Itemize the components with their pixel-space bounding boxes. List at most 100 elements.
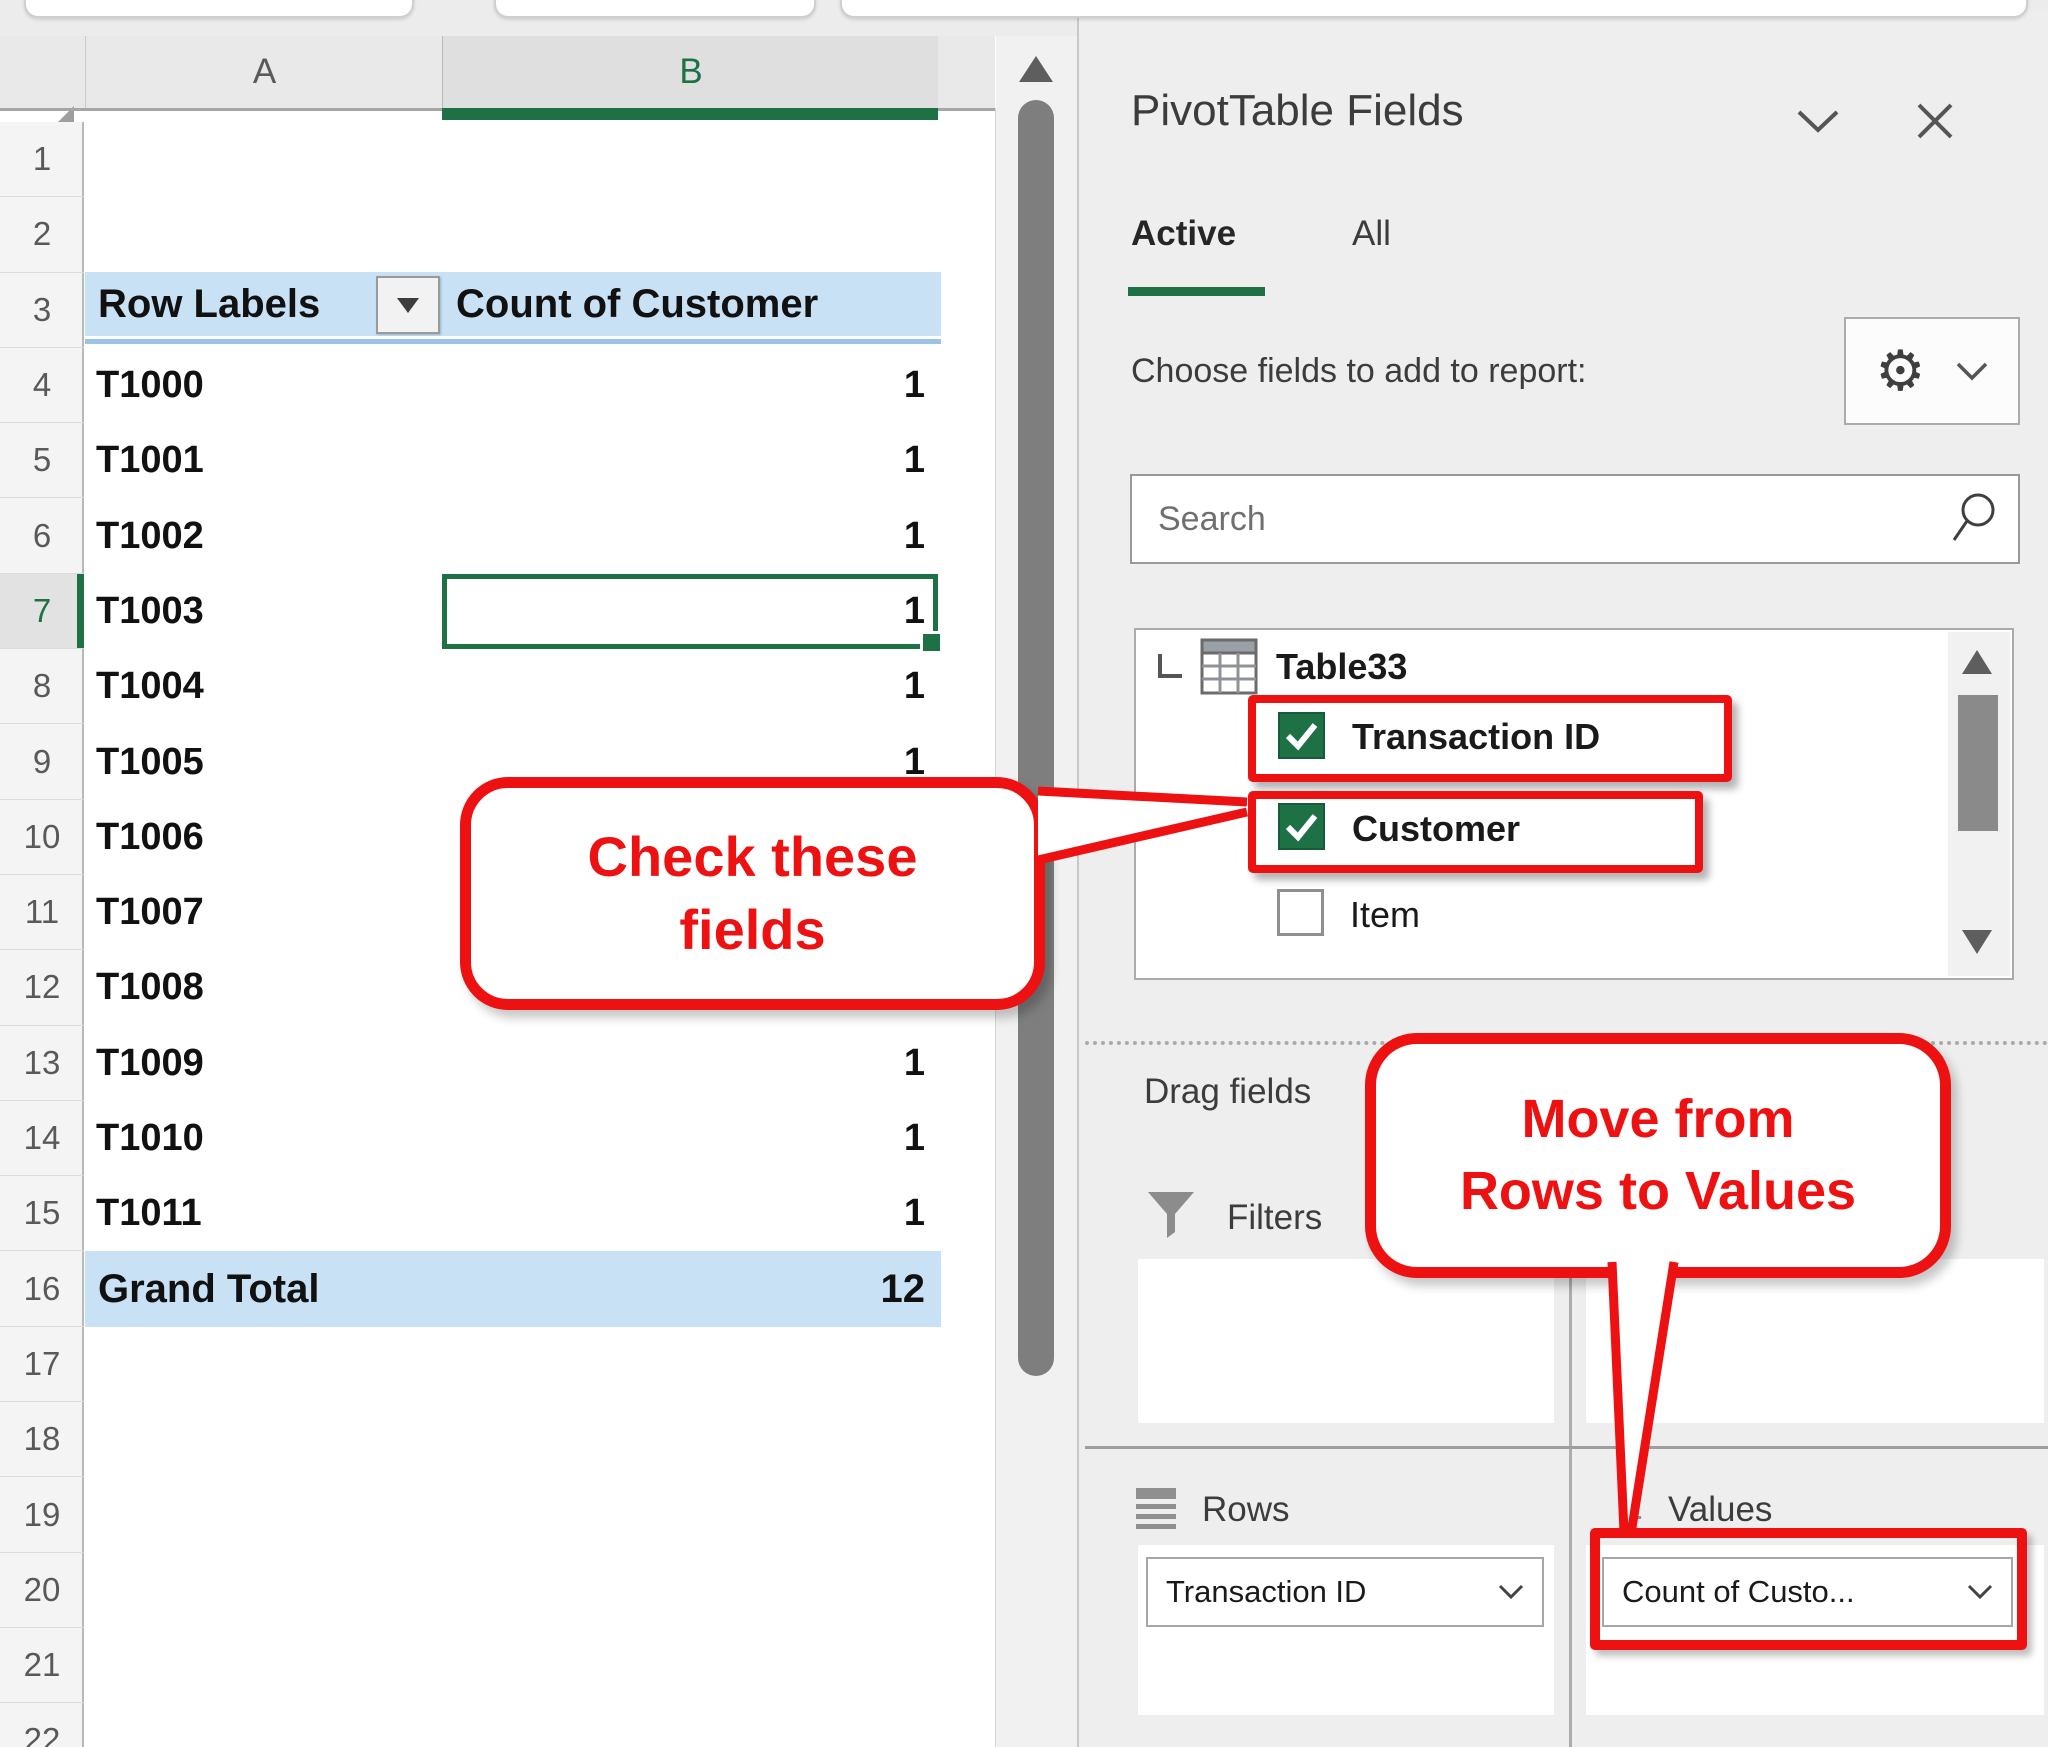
pivot-row-label[interactable]: T1004 xyxy=(96,649,436,724)
rows-field-pill[interactable]: Transaction ID xyxy=(1146,1557,1544,1627)
pivot-row-value[interactable]: 1 xyxy=(442,499,925,574)
pivot-row-label[interactable]: T1006 xyxy=(96,800,436,875)
callout-text-line: fields xyxy=(679,894,825,967)
check-icon xyxy=(1280,805,1323,848)
checkbox-item[interactable] xyxy=(1277,889,1324,936)
row-header-2[interactable]: 2 xyxy=(0,197,84,272)
row-header-13[interactable]: 13 xyxy=(0,1026,84,1101)
panel-title: PivotTable Fields xyxy=(1131,86,1464,136)
pivot-row-label[interactable]: T1000 xyxy=(96,348,436,423)
row-header-11[interactable]: 11 xyxy=(0,875,84,950)
pivot-row-label[interactable]: T1001 xyxy=(96,423,436,498)
tools-options-button[interactable]: ⚙ xyxy=(1844,317,2020,425)
field-customer[interactable]: Customer xyxy=(1352,808,1520,850)
gear-icon: ⚙ xyxy=(1875,343,1925,399)
pivot-row-value[interactable]: 1 xyxy=(442,1101,925,1176)
rows-area-label: Rows xyxy=(1202,1490,1290,1530)
rows-field-label: Transaction ID xyxy=(1166,1574,1498,1610)
column-header-b[interactable]: B xyxy=(442,36,939,108)
checkbox-transaction-id[interactable] xyxy=(1278,712,1325,759)
pivot-row-label[interactable]: T1008 xyxy=(96,950,436,1025)
collapse-table-icon[interactable] xyxy=(1155,652,1185,682)
filters-area-label: Filters xyxy=(1227,1198,1322,1238)
active-tab-underline xyxy=(1128,287,1265,296)
pivot-row-value[interactable]: 1 xyxy=(442,423,925,498)
selected-column-accent xyxy=(442,108,938,120)
callout-text-line: Check these xyxy=(588,821,918,894)
callout-text-line: Rows to Values xyxy=(1460,1156,1856,1227)
rows-lines-icon xyxy=(1136,1488,1176,1528)
pivot-row-value[interactable]: 1 xyxy=(442,1026,925,1101)
row-header-21[interactable]: 21 xyxy=(0,1628,84,1703)
grand-total-label: Grand Total xyxy=(98,1267,319,1312)
scroll-down-icon[interactable] xyxy=(1962,930,1992,954)
row-labels-filter-button[interactable] xyxy=(376,276,440,334)
column-header-a[interactable]: A xyxy=(85,36,443,108)
filters-drop-area[interactable] xyxy=(1138,1259,1554,1423)
tab-active[interactable]: Active xyxy=(1131,214,1236,254)
row-labels-header: Row Labels xyxy=(98,272,320,336)
drag-fields-label: Drag fields xyxy=(1144,1072,1311,1112)
checkbox-customer[interactable] xyxy=(1278,803,1325,850)
funnel-icon xyxy=(1146,1190,1198,1240)
row-header-3[interactable]: 3 xyxy=(0,273,84,348)
selected-cell-b7[interactable] xyxy=(442,574,938,649)
select-all-corner[interactable] xyxy=(0,36,85,108)
count-of-customer-header: Count of Customer xyxy=(456,272,818,336)
row-header-9[interactable]: 9 xyxy=(0,724,84,799)
table-grid-icon xyxy=(1200,638,1260,696)
pivot-row-label[interactable]: T1011 xyxy=(96,1176,436,1251)
row-header-20[interactable]: 20 xyxy=(0,1553,84,1628)
grand-total-row: Grand Total 12 xyxy=(85,1251,941,1327)
scroll-up-icon[interactable] xyxy=(1019,56,1053,82)
row-header-4[interactable]: 4 xyxy=(0,348,84,423)
pivot-header-row: Row Labels Count of Customer xyxy=(85,272,941,336)
pivot-row-label[interactable]: T1002 xyxy=(96,499,436,574)
scroll-up-icon[interactable] xyxy=(1962,650,1992,674)
row-header-22[interactable]: 22 xyxy=(0,1703,84,1747)
row-header-10[interactable]: 10 xyxy=(0,800,84,875)
row-header-1[interactable]: 1 xyxy=(0,122,84,197)
row-header-18[interactable]: 18 xyxy=(0,1402,84,1477)
pivot-row-label[interactable]: T1003 xyxy=(96,574,436,649)
row-header-15[interactable]: 15 xyxy=(0,1176,84,1251)
pivot-row-value[interactable]: 1 xyxy=(442,1176,925,1251)
row-header-column[interactable]: 12345678910111213141516171819202122 xyxy=(0,122,84,1747)
chevron-down-icon xyxy=(1498,1583,1524,1601)
field-transaction-id[interactable]: Transaction ID xyxy=(1352,716,1600,758)
pivot-row-label[interactable]: T1010 xyxy=(96,1101,436,1176)
pivot-row-value[interactable]: 1 xyxy=(442,348,925,423)
tab-all[interactable]: All xyxy=(1352,214,1391,254)
chevron-down-icon[interactable] xyxy=(1795,106,1841,136)
columns-drop-area[interactable] xyxy=(1586,1259,2044,1423)
row-header-17[interactable]: 17 xyxy=(0,1327,84,1402)
search-input[interactable] xyxy=(1132,500,1944,539)
row-header-16[interactable]: 16 xyxy=(0,1252,84,1327)
field-list-scrollbar-thumb[interactable] xyxy=(1958,695,1998,831)
pivot-row-label[interactable]: T1007 xyxy=(96,875,436,950)
row-header-14[interactable]: 14 xyxy=(0,1101,84,1176)
fill-handle[interactable] xyxy=(920,631,943,654)
sheet-scrollbar-thumb[interactable] xyxy=(1018,100,1054,1376)
row-header-19[interactable]: 19 xyxy=(0,1477,84,1552)
pivot-row-value[interactable]: 1 xyxy=(442,649,925,724)
row-header-6[interactable]: 6 xyxy=(0,499,84,574)
row-header-7[interactable]: 7 xyxy=(0,574,84,649)
table-name[interactable]: Table33 xyxy=(1276,646,1407,688)
values-area-label: Values xyxy=(1668,1490,1772,1530)
search-box[interactable] xyxy=(1130,474,2020,564)
callout-check-these-fields: Check these fields xyxy=(460,777,1045,1010)
triangle-down-icon xyxy=(397,298,419,313)
annotation-box-values-pill xyxy=(1590,1528,2027,1650)
pivot-row-label[interactable]: T1005 xyxy=(96,724,436,799)
row-header-12[interactable]: 12 xyxy=(0,950,84,1025)
pivot-row-label[interactable]: T1009 xyxy=(96,1026,436,1101)
top-cutoff-box-2 xyxy=(494,0,816,18)
field-item[interactable]: Item xyxy=(1350,894,1420,936)
row-header-5[interactable]: 5 xyxy=(0,423,84,498)
callout-text-line: Move from xyxy=(1521,1084,1794,1155)
row-header-8[interactable]: 8 xyxy=(0,649,84,724)
close-icon[interactable] xyxy=(1914,100,1956,142)
column-header-rest xyxy=(938,36,995,108)
check-icon xyxy=(1280,714,1323,757)
